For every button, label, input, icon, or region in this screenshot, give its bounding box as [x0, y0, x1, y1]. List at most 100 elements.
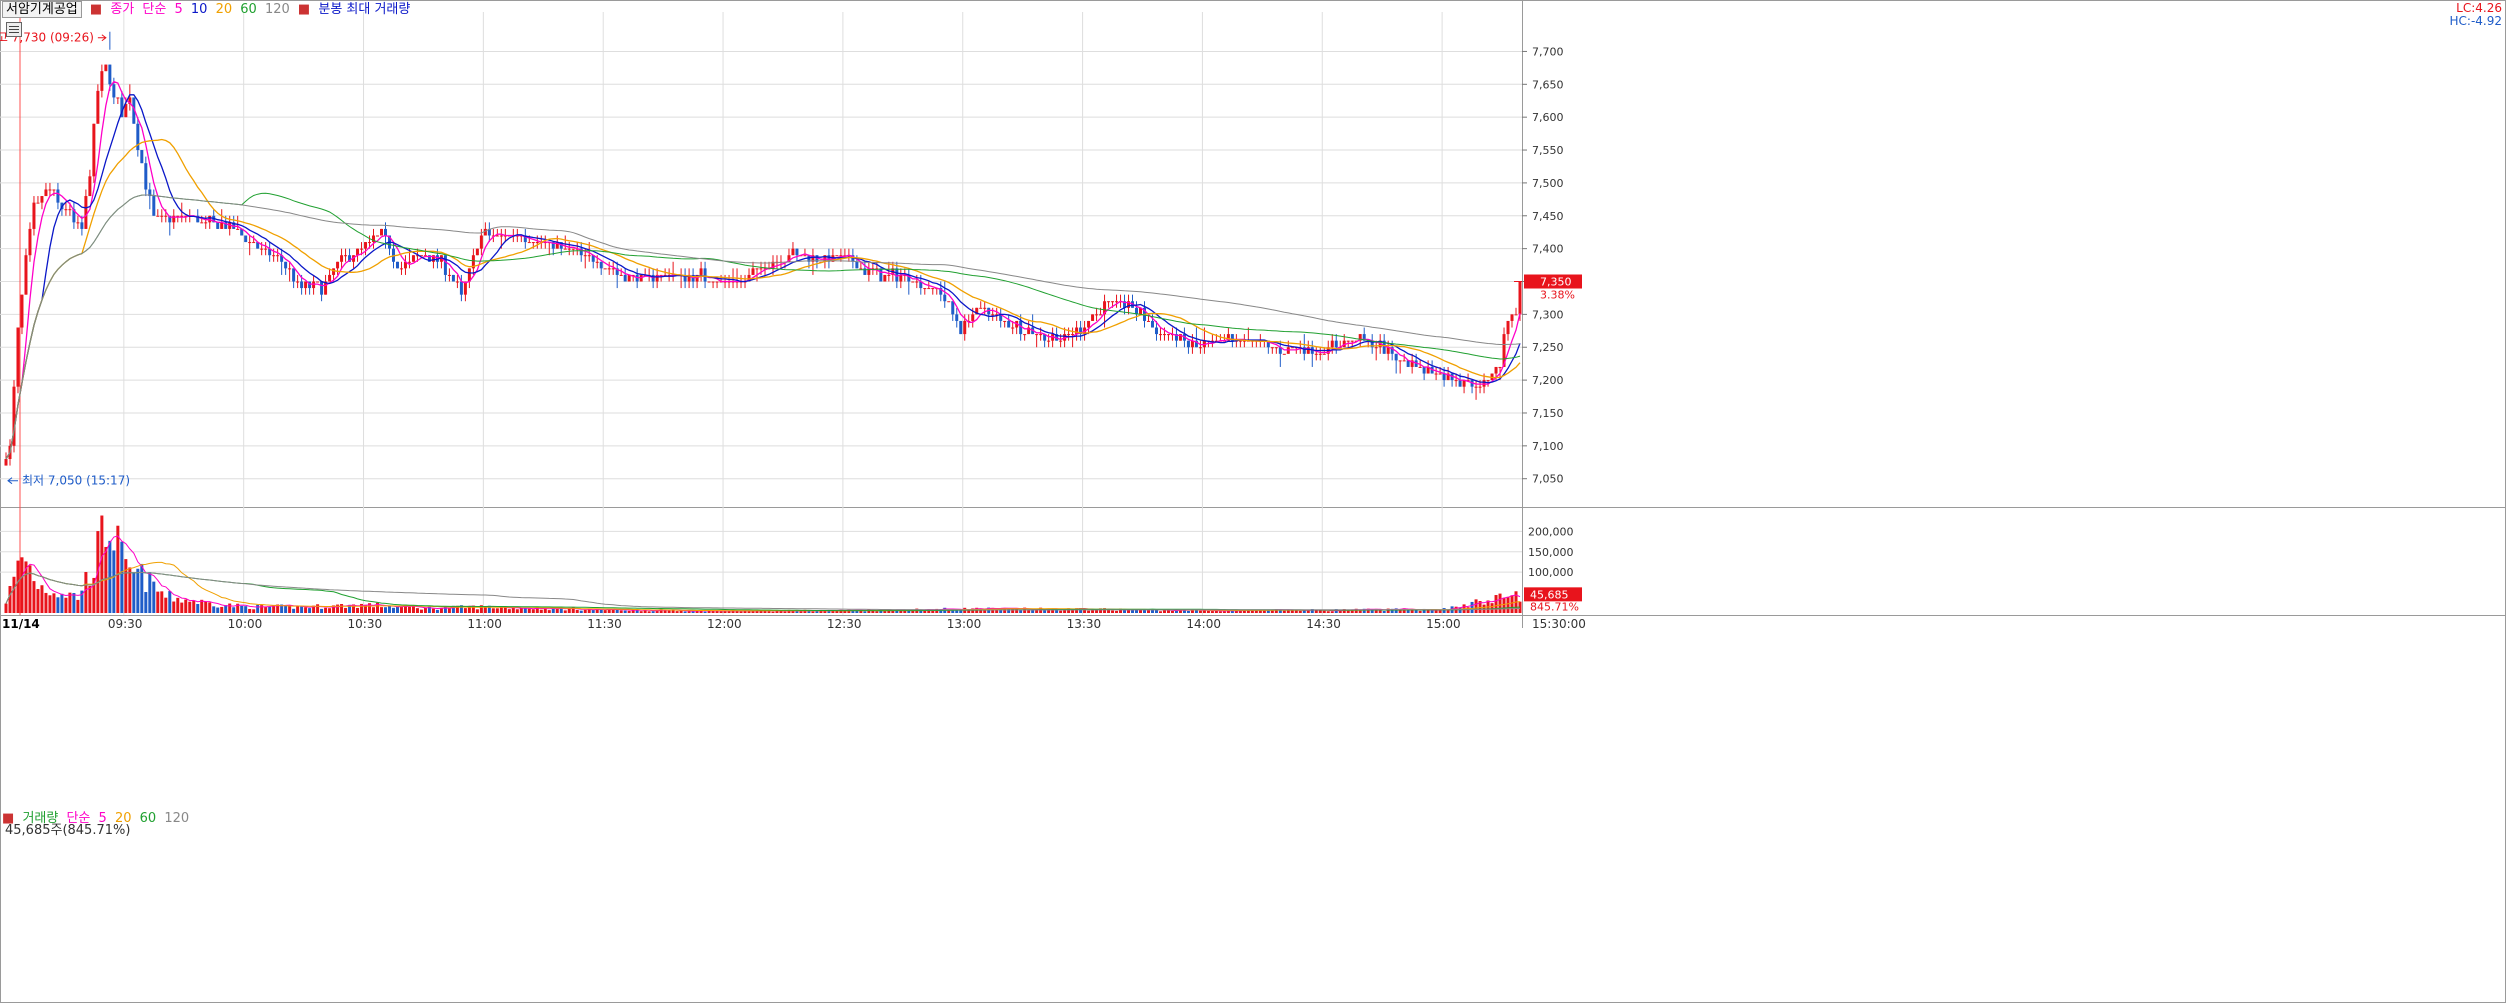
candle-body [84, 196, 88, 229]
candle-body [1095, 314, 1099, 316]
candle-body [587, 255, 591, 257]
candle-body [759, 268, 763, 270]
volume-bar [328, 608, 332, 613]
candle-body [399, 268, 403, 270]
candle-body [112, 84, 116, 98]
max-volume-label: 분봉 최대 거래량 [318, 2, 411, 17]
volume-bar [212, 606, 216, 613]
candle-body [1282, 353, 1286, 355]
volume-bar [391, 607, 395, 613]
candle-body [1322, 353, 1326, 355]
candle-body [316, 281, 320, 283]
candle-body [1162, 334, 1166, 336]
candle-body [751, 268, 755, 275]
volume-bar [383, 607, 387, 613]
volume-bar [419, 609, 423, 613]
volume-bar [799, 611, 803, 613]
candle-body [380, 228, 384, 236]
volume-bar [527, 608, 531, 613]
candle-body [947, 301, 951, 303]
volume-bar [683, 611, 687, 613]
candle-body [971, 314, 975, 321]
volume-bar [1290, 610, 1294, 613]
volume-bar [128, 567, 132, 613]
volume-bar [208, 602, 212, 613]
candle-body [411, 255, 415, 262]
candle-body [1270, 347, 1274, 349]
candle-body [1047, 340, 1051, 342]
candle-body [56, 189, 60, 203]
volume-bar [144, 592, 148, 613]
candle-body [104, 64, 108, 72]
hc-readout: HC:-4.92 [2449, 14, 2503, 28]
volume-bar [563, 610, 567, 613]
volume-bar [272, 606, 276, 613]
chart-canvas: 7,700 7,650 7,600 7,550 7,500 7,450 7,400 7,350… [0, 0, 2506, 1003]
volume-bar [252, 609, 256, 613]
candle-body [1111, 301, 1115, 303]
current-price-value: 7,350 [1540, 276, 1572, 289]
volume-bar [499, 606, 503, 613]
candle-body [1434, 373, 1438, 375]
candle-body [328, 274, 332, 282]
candle-body [563, 248, 567, 250]
volume-bar [1510, 595, 1514, 613]
candle-body [599, 261, 603, 269]
volume-bar [1166, 610, 1170, 613]
candle-body [855, 261, 859, 269]
candle-body [583, 255, 587, 257]
volume-bar [1314, 610, 1318, 613]
candle-body [248, 242, 252, 244]
volume-bar [12, 576, 16, 613]
volume-bar [288, 605, 292, 613]
volume-bar [52, 593, 56, 613]
candle-body [1422, 366, 1426, 374]
volume-bar [232, 607, 236, 613]
price-tick-label: 7,100 [1532, 440, 1564, 453]
candle-body [344, 255, 348, 257]
volume-bar [671, 610, 675, 613]
volume-bar [1035, 610, 1039, 613]
volume-bar [599, 609, 603, 613]
ma10-label: 10 [190, 2, 208, 17]
candle-body [80, 222, 84, 229]
candle-body [707, 281, 711, 283]
volume-bar [320, 608, 324, 613]
candle-body [883, 274, 887, 282]
calendar-icon[interactable] [6, 22, 22, 37]
candle-body [88, 176, 92, 197]
volume-bar [4, 603, 8, 613]
candle-body [312, 281, 316, 289]
candle-body [1158, 334, 1162, 336]
candle-body [200, 222, 204, 224]
candle-body [1314, 353, 1318, 355]
candle-body [571, 248, 575, 250]
volume-bar [1282, 610, 1286, 613]
volume-bar [811, 611, 815, 613]
candle-body [336, 261, 340, 269]
volume-bar [747, 611, 751, 613]
candle-body [951, 301, 955, 315]
volume-bar [372, 607, 376, 613]
volume-bar [260, 605, 264, 613]
volume-bar [959, 610, 963, 613]
candle-body [791, 248, 795, 256]
candle-body [332, 268, 336, 275]
candle-body [915, 281, 919, 283]
volume-bar [531, 609, 535, 613]
time-tick-label: 14:30 [1306, 617, 1341, 631]
legend-marker-icon: ■ [89, 2, 103, 17]
stock-name[interactable]: 서암기계공업 [2, 1, 82, 18]
volume-bar [1498, 593, 1502, 613]
volume-bar [435, 609, 439, 613]
price-tick-label: 7,550 [1532, 144, 1564, 157]
candle-body [531, 242, 535, 244]
volume-bar [423, 607, 427, 613]
volume-bar [1170, 610, 1174, 613]
volume-bar [184, 599, 188, 613]
volume-bar [607, 609, 611, 613]
volume-bar [771, 611, 775, 613]
volume-bar [296, 605, 300, 613]
candle-body [983, 307, 987, 309]
candle-body [1498, 366, 1502, 368]
